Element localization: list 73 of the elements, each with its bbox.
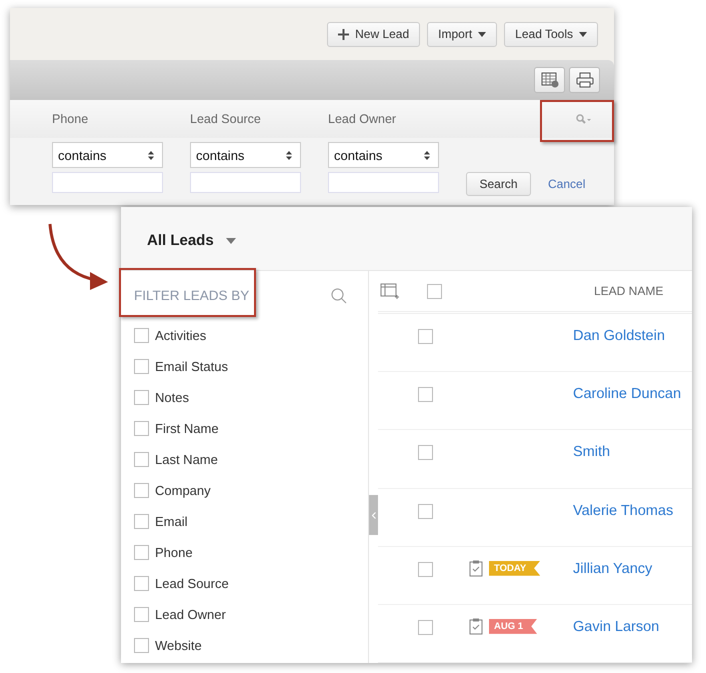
lead-name-link[interactable]: Jillian Yancy bbox=[573, 560, 683, 578]
filter-label: Lead Owner bbox=[155, 607, 226, 622]
search-icon[interactable] bbox=[576, 114, 592, 124]
checkbox[interactable] bbox=[418, 445, 433, 460]
checkbox[interactable] bbox=[418, 562, 433, 577]
caret-icon bbox=[579, 32, 587, 36]
curved-arrow bbox=[46, 222, 110, 292]
sheet-button[interactable] bbox=[534, 67, 565, 93]
search-button[interactable]: Search bbox=[466, 172, 531, 196]
filter-label: Website bbox=[155, 638, 202, 653]
checkbox[interactable] bbox=[134, 638, 149, 653]
lead-name-link[interactable]: Caroline Duncan bbox=[573, 385, 683, 404]
checkbox[interactable] bbox=[134, 607, 149, 622]
due-tag: TODAY bbox=[489, 560, 540, 576]
checkbox[interactable] bbox=[134, 390, 149, 405]
checkbox[interactable] bbox=[134, 483, 149, 498]
toolbar-button[interactable]: Import bbox=[427, 22, 498, 46]
filter-input[interactable] bbox=[328, 172, 439, 193]
checkbox[interactable] bbox=[134, 452, 149, 467]
filter-label: Notes bbox=[155, 390, 189, 405]
printer-icon bbox=[576, 72, 594, 88]
caret-icon bbox=[478, 32, 486, 36]
filter-input[interactable] bbox=[52, 172, 163, 193]
clipboard-icon bbox=[469, 618, 483, 635]
collapse-handle[interactable] bbox=[369, 495, 378, 535]
caret-icon bbox=[226, 238, 236, 244]
toolbar-button[interactable]: Lead Tools bbox=[504, 22, 598, 46]
cancel-link[interactable]: Cancel bbox=[548, 177, 586, 191]
updown-icon bbox=[148, 150, 154, 160]
search-icon[interactable] bbox=[331, 288, 347, 304]
lead-name-link[interactable]: Dan Goldstein bbox=[573, 327, 683, 346]
add-column-icon[interactable] bbox=[380, 283, 400, 300]
view-dropdown[interactable]: All Leads bbox=[147, 232, 236, 249]
checkbox[interactable] bbox=[134, 421, 149, 436]
column-heading: Lead Owner bbox=[328, 112, 398, 126]
filter-label: Phone bbox=[155, 545, 193, 560]
operator-select[interactable]: contains bbox=[52, 142, 163, 168]
filter-label: Activities bbox=[155, 328, 206, 343]
plus-icon bbox=[338, 28, 350, 40]
column-heading: Lead Source bbox=[190, 112, 262, 126]
checkbox[interactable] bbox=[418, 387, 433, 402]
lead-name-link[interactable]: Gavin Larson bbox=[573, 618, 683, 636]
table-icon bbox=[540, 72, 558, 88]
checkbox[interactable] bbox=[427, 284, 442, 299]
checkbox[interactable] bbox=[418, 329, 433, 344]
lead-name-link[interactable]: Valerie Thomas bbox=[573, 502, 683, 520]
lead-name-link[interactable]: Smith bbox=[573, 443, 683, 462]
toolbar-button[interactable]: New Lead bbox=[327, 22, 420, 46]
filter-label: Email bbox=[155, 514, 188, 529]
due-tag: AUG 1 bbox=[489, 618, 538, 634]
checkbox[interactable] bbox=[418, 504, 433, 519]
filter-label: First Name bbox=[155, 421, 219, 436]
column-heading: LEAD NAME bbox=[594, 284, 664, 298]
operator-select[interactable]: contains bbox=[328, 142, 439, 168]
updown-icon bbox=[286, 150, 292, 160]
checkbox[interactable] bbox=[134, 545, 149, 560]
checkbox[interactable] bbox=[134, 576, 149, 591]
filter-input[interactable] bbox=[190, 172, 301, 193]
filter-label: Last Name bbox=[155, 452, 218, 467]
filter-heading: FILTER LEADS BY bbox=[134, 288, 250, 303]
operator-select[interactable]: contains bbox=[190, 142, 301, 168]
filter-label: Lead Source bbox=[155, 576, 229, 591]
clipboard-icon bbox=[469, 560, 483, 577]
print-button[interactable] bbox=[569, 67, 600, 93]
column-heading: Phone bbox=[52, 112, 90, 126]
chevron-icon bbox=[372, 512, 376, 518]
filter-label: Company bbox=[155, 483, 211, 498]
checkbox[interactable] bbox=[418, 620, 433, 635]
checkbox[interactable] bbox=[134, 514, 149, 529]
checkbox[interactable] bbox=[134, 359, 149, 374]
filter-label: Email Status bbox=[155, 359, 228, 374]
checkbox[interactable] bbox=[134, 328, 149, 343]
updown-icon bbox=[424, 150, 430, 160]
